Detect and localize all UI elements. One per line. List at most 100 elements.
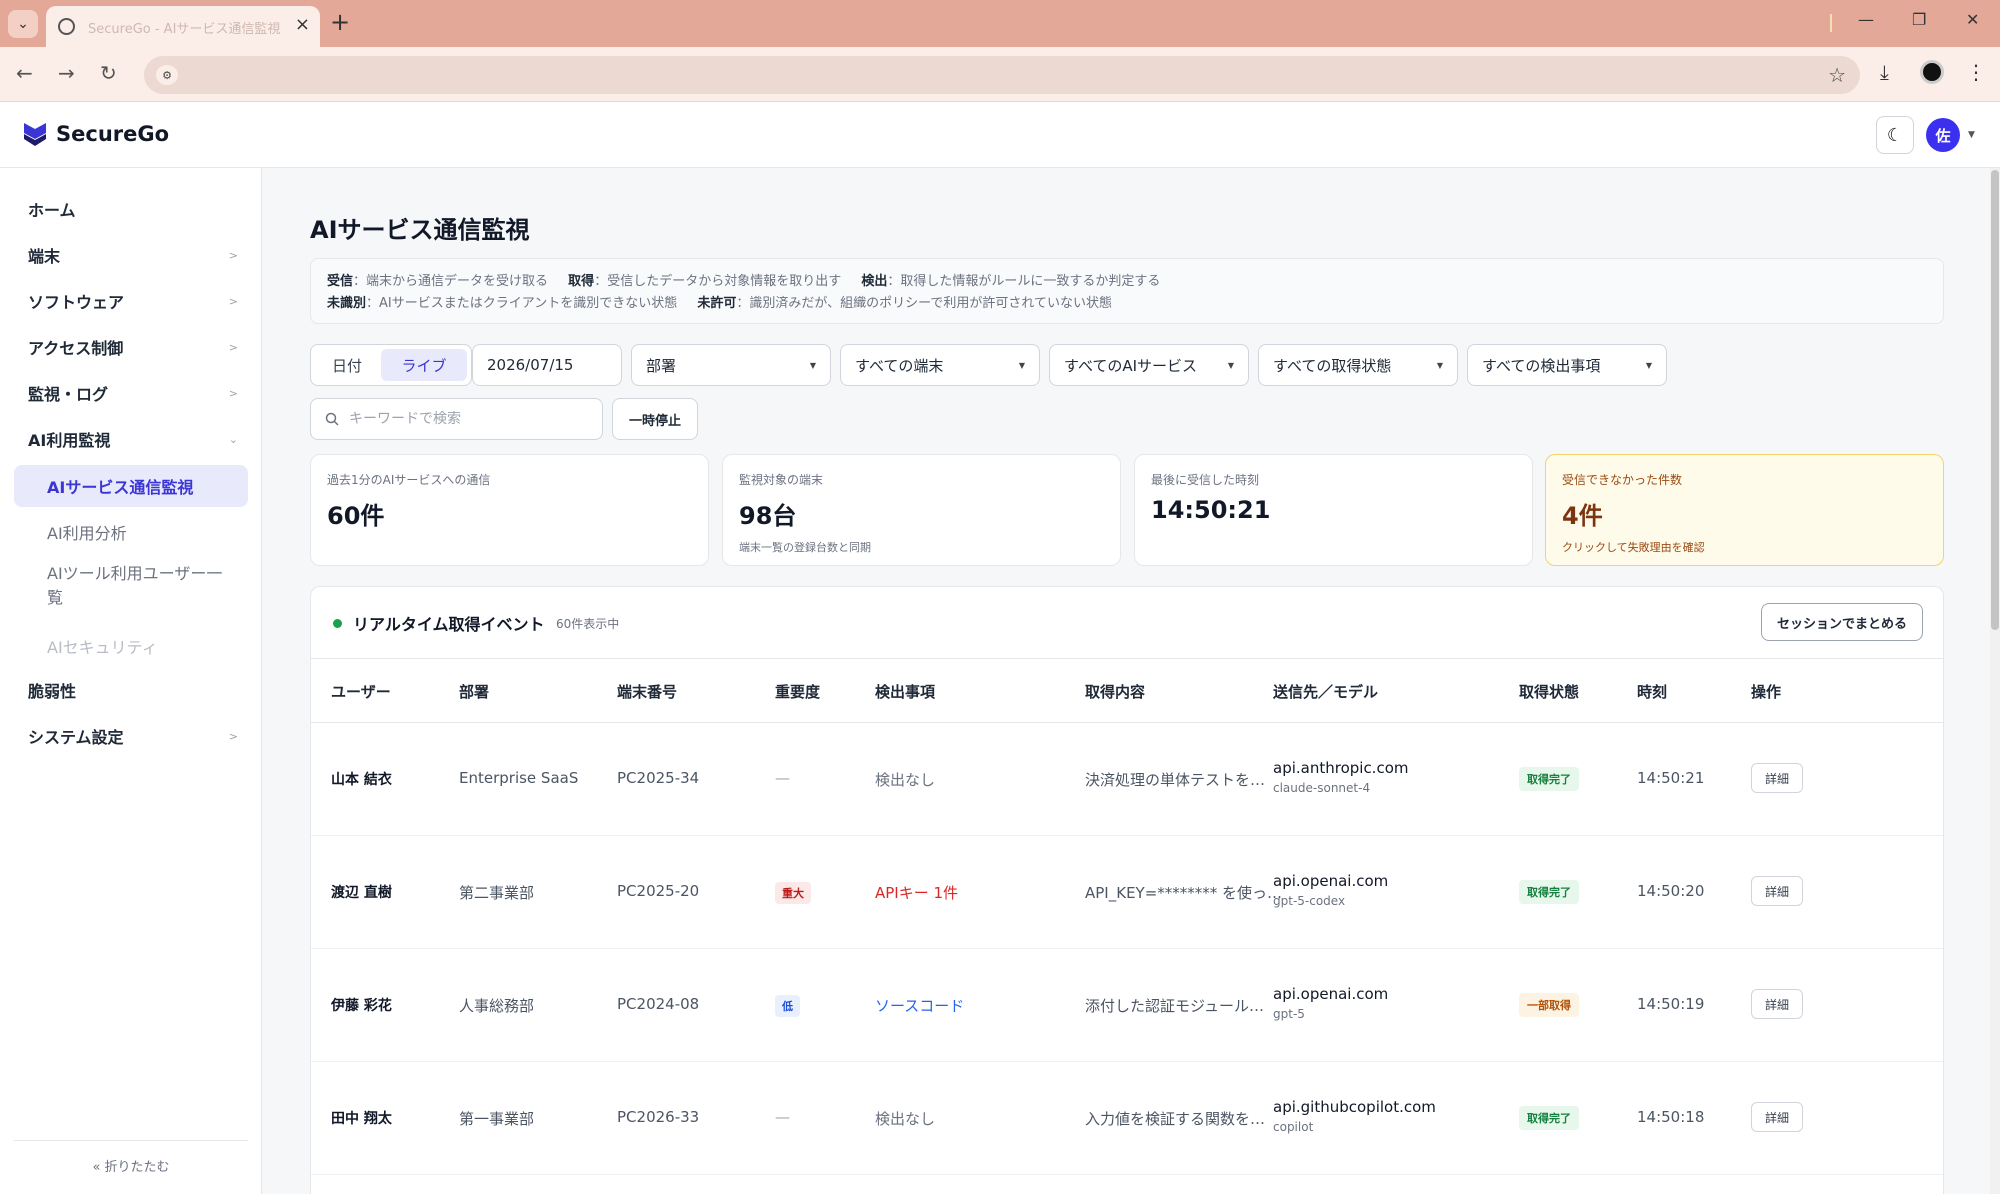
sidebar-item-vulnerabilities[interactable]: 脆弱性	[14, 670, 248, 710]
sidebar-item-devices[interactable]: 端末 >	[14, 235, 248, 275]
column-header[interactable]: 操作	[1751, 681, 1781, 702]
detection-select[interactable]: すべての検出事項 ▼	[1467, 344, 1667, 386]
sidebar-item-monitoring-logs[interactable]: 監視・ログ >	[14, 373, 248, 413]
sidebar-subitem-ai-tool-users[interactable]: AIツール利用ユーザー一覧	[14, 558, 248, 614]
forward-icon[interactable]: →	[58, 61, 75, 85]
site-settings-icon[interactable]: ⚙	[156, 65, 178, 85]
detail-button[interactable]: 詳細	[1751, 763, 1803, 793]
logo[interactable]: SecureGo	[22, 120, 169, 148]
sidebar-item-software[interactable]: ソフトウェア >	[14, 281, 248, 321]
table-row[interactable]: 渡辺 直樹 第二事業部 PC2025-20 重大 APIキー 1件 API_KE…	[311, 836, 1943, 949]
reload-icon[interactable]: ↻	[100, 61, 117, 85]
cell-time: 14:50:18	[1637, 1108, 1705, 1126]
sidebar-item-system-settings[interactable]: システム設定 >	[14, 716, 248, 756]
stat-value: 4件	[1562, 502, 1603, 530]
table-row[interactable]: 伊藤 彩花 人事総務部 PC2024-08 低 ソースコード 添付した認証モジュ…	[311, 949, 1943, 1062]
detail-button[interactable]: 詳細	[1751, 1102, 1803, 1132]
browser-profile-icon[interactable]	[1920, 60, 1944, 84]
back-icon[interactable]: ←	[16, 61, 33, 85]
dark-mode-toggle[interactable]: ☾	[1876, 116, 1914, 154]
live-indicator-icon	[333, 619, 342, 628]
sidebar-item-ai-monitoring[interactable]: AI利用監視 ⌄	[14, 419, 248, 459]
stat-sub: 端末一覧の登録台数と同期	[739, 541, 871, 554]
chevron-right-icon: >	[228, 729, 238, 743]
column-header[interactable]: 取得内容	[1085, 681, 1145, 702]
table-row[interactable]: 田中 翔太 第一事業部 PC2026-33 — 検出なし 入力値を検証する関数を…	[311, 1062, 1943, 1175]
detail-button[interactable]: 詳細	[1751, 989, 1803, 1019]
cell-user: 山本 結衣	[331, 772, 392, 788]
sidebar-subitem-ai-service-traffic[interactable]: AIサービス通信監視	[14, 465, 248, 507]
acquisition-status-select[interactable]: すべての取得状態 ▼	[1258, 344, 1458, 386]
cell-content: 入力値を検証する関数を…	[1085, 1110, 1266, 1128]
browser-tab[interactable]: SecureGo - AIサービス通信監視 ×	[46, 6, 320, 47]
stat-card-traffic: 過去1分のAIサービスへの通信 60件	[310, 454, 709, 566]
detail-button[interactable]: 詳細	[1751, 876, 1803, 906]
cell-department: 第一事業部	[459, 1110, 535, 1128]
search-input[interactable]	[349, 411, 579, 427]
bookmark-star-icon[interactable]: ☆	[1828, 63, 1846, 87]
column-header[interactable]: 端末番号	[617, 681, 677, 702]
sidebar-item-home[interactable]: ホーム	[14, 189, 248, 229]
column-header[interactable]: 時刻	[1637, 681, 1667, 702]
stat-label: 受信できなかった件数	[1562, 473, 1683, 487]
status-badge: 取得完了	[1519, 1106, 1579, 1130]
events-panel: リアルタイム取得イベント 60件表示中 セッションでまとめる ユーザー 部署 端…	[310, 586, 1944, 1194]
pause-button[interactable]: 一時停止	[612, 398, 698, 440]
column-header[interactable]: 取得状態	[1519, 681, 1579, 702]
cell-user: 渡辺 直樹	[331, 885, 392, 901]
status-badge: 取得完了	[1519, 880, 1579, 904]
close-tab-icon[interactable]: ×	[295, 14, 310, 35]
window-close-icon[interactable]: ✕	[1966, 10, 1979, 29]
stat-card-failed[interactable]: 受信できなかった件数 4件 クリックして失敗理由を確認	[1545, 454, 1944, 566]
column-header[interactable]: 重要度	[775, 681, 820, 702]
address-bar[interactable]: ⚙ ☆	[144, 56, 1860, 94]
department-select[interactable]: 部署 ▼	[631, 344, 831, 386]
mode-live-button[interactable]: ライブ	[381, 349, 467, 381]
events-title: リアルタイム取得イベント	[353, 615, 545, 634]
column-header[interactable]: 送信先／モデル	[1273, 681, 1378, 702]
severity-badge: 低	[775, 995, 800, 1017]
avatar[interactable]: 佐	[1926, 118, 1960, 152]
sidebar-subitem-ai-usage-analysis[interactable]: AI利用分析	[14, 512, 248, 552]
column-header[interactable]: 部署	[459, 681, 489, 702]
caret-down-icon[interactable]: ▼	[1968, 130, 1975, 140]
scrollbar-thumb[interactable]	[1991, 170, 1999, 630]
sidebar-item-label: AI利用監視	[28, 431, 111, 450]
mode-date-button[interactable]: 日付	[315, 349, 379, 381]
page-scrollbar[interactable]	[1990, 168, 2000, 1194]
date-input[interactable]: 2026/07/15	[472, 344, 622, 386]
collapse-sidebar-button[interactable]: « 折りたたむ	[0, 1156, 262, 1175]
restore-icon[interactable]: ❐	[1912, 10, 1926, 29]
cell-detection[interactable]: APIキー 1件	[875, 882, 958, 903]
globe-icon	[58, 18, 75, 35]
sidebar-item-label: ソフトウェア	[28, 293, 125, 312]
cell-time: 14:50:21	[1637, 769, 1705, 787]
group-by-session-button[interactable]: セッションでまとめる	[1761, 603, 1923, 641]
legend-desc: ：受信したデータから対象情報を取り出す	[594, 274, 842, 289]
ai-service-select[interactable]: すべてのAIサービス ▼	[1049, 344, 1249, 386]
cell-device: PC2025-20	[617, 882, 700, 900]
sidebar-item-label: AIツール利用ユーザー一覧	[47, 564, 223, 607]
main-content: AIサービス通信監視 受信：端末から通信データを受け取る 取得：受信したデータか…	[262, 168, 1988, 1194]
minimize-icon[interactable]: —	[1858, 10, 1874, 29]
caret-down-icon: ▼	[1645, 360, 1652, 370]
tab-search-button[interactable]: ⌄	[8, 10, 38, 38]
legend-term: 受信	[327, 274, 354, 289]
tab-divider	[1830, 14, 1832, 32]
destination-model: copilot	[1273, 1120, 1314, 1134]
sidebar-item-access-control[interactable]: アクセス制御 >	[14, 327, 248, 367]
device-select[interactable]: すべての端末 ▼	[840, 344, 1040, 386]
select-value: 部署	[646, 356, 677, 375]
cell-destination: api.openai.com gpt-5-codex	[1273, 872, 1388, 908]
column-header[interactable]: 検出事項	[875, 681, 935, 702]
browser-menu-icon[interactable]: ⋮	[1966, 60, 1986, 84]
cell-device: PC2025-34	[617, 769, 700, 787]
cell-detection[interactable]: ソースコード	[875, 995, 964, 1016]
table-row[interactable]: 山本 結衣 Enterprise SaaS PC2025-34 — 検出なし 決…	[311, 723, 1943, 836]
sidebar-subitem-ai-security: AIセキュリティ	[14, 626, 248, 666]
download-icon[interactable]: ⤓	[1880, 60, 1889, 84]
table-header: ユーザー 部署 端末番号 重要度 検出事項 取得内容 送信先／モデル 取得状態 …	[311, 659, 1943, 723]
sidebar-item-label: AI利用分析	[47, 524, 127, 543]
column-header[interactable]: ユーザー	[331, 681, 391, 702]
new-tab-button[interactable]: +	[330, 8, 350, 36]
